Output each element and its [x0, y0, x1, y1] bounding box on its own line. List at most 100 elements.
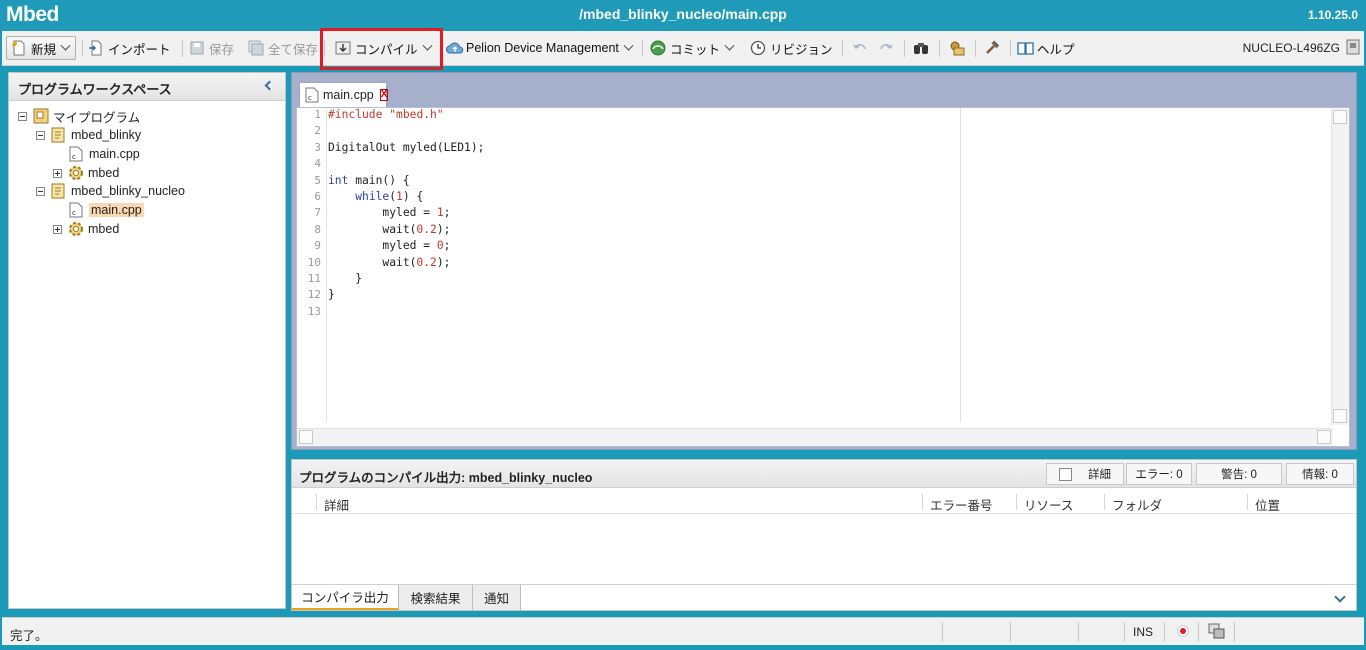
svg-text:c: c — [72, 153, 76, 161]
tree-item-main-cpp-selected[interactable]: c main.cpp — [69, 201, 144, 219]
code-line: wait(0.2); — [328, 255, 451, 269]
board-selector[interactable]: NUCLEO-L496ZG — [1243, 36, 1360, 60]
tree-item-mbed-blinky-nucleo[interactable]: mbed_blinky_nucleo — [36, 182, 185, 200]
import-button-label: インポート — [108, 42, 171, 57]
board-icon — [1346, 39, 1360, 58]
column-header-error-number[interactable]: エラー番号 — [930, 495, 993, 514]
error-count-label: エラー: 0 — [1135, 469, 1183, 481]
svg-text:c: c — [308, 94, 312, 102]
column-header-details[interactable]: 詳細 — [324, 495, 349, 514]
window-title: /mbed_blinky_nucleo/main.cpp — [579, 6, 787, 22]
undo-button[interactable] — [852, 36, 872, 60]
close-tab-icon[interactable]: X — [379, 89, 389, 101]
save-button[interactable]: 保存 — [189, 36, 234, 60]
window-mode-icon[interactable] — [1208, 623, 1226, 642]
warning-count-badge[interactable]: 警告: 0 — [1196, 463, 1282, 485]
expand-node-icon[interactable] — [53, 224, 62, 234]
tree-item-mbed-blinky[interactable]: mbed_blinky — [36, 126, 141, 144]
tree-item-label: mbed — [88, 166, 120, 180]
info-count-badge[interactable]: 情報: 0 — [1286, 463, 1354, 485]
collapse-node-icon[interactable] — [36, 130, 45, 140]
save-button-label: 保存 — [209, 42, 235, 57]
help-button[interactable]: ヘルプ — [1017, 36, 1075, 60]
record-icon[interactable] — [1176, 624, 1190, 641]
details-toggle[interactable]: 詳細 — [1046, 463, 1124, 485]
code-line: wait(0.2); — [328, 222, 451, 236]
scroll-left-button[interactable] — [299, 430, 313, 444]
editor-tab-main-cpp[interactable]: c main.cpp X — [299, 82, 389, 107]
workspace-folder-icon — [33, 108, 49, 124]
details-checkbox[interactable] — [1059, 467, 1072, 481]
redo-button[interactable] — [878, 36, 898, 60]
save-all-button[interactable]: 全て保存 — [248, 36, 318, 60]
program-icon — [51, 183, 65, 199]
pelion-button[interactable]: Pelion Device Management — [446, 36, 634, 60]
line-number: 7 — [314, 206, 321, 220]
tab-notifications[interactable]: 通知 — [473, 585, 521, 610]
scroll-down-button[interactable] — [1333, 409, 1347, 423]
vertical-scrollbar[interactable] — [1331, 108, 1349, 425]
horizontal-scrollbar[interactable] — [297, 428, 1333, 446]
revision-button[interactable]: リビジョン — [750, 36, 833, 60]
column-header-position[interactable]: 位置 — [1255, 495, 1280, 514]
chevron-down-icon[interactable] — [1334, 591, 1346, 603]
commit-button-label: コミット — [670, 42, 721, 57]
find-button[interactable] — [913, 36, 933, 60]
output-column-headers: 詳細 エラー番号 リソース フォルダ 位置 — [292, 490, 1356, 514]
editor-frame: c main.cpp X 1 2 3 4 5 6 7 8 9 10 11 12 … — [291, 72, 1357, 450]
expand-node-icon[interactable] — [53, 168, 62, 178]
line-number: 6 — [314, 190, 321, 203]
cpp-file-icon: c — [305, 87, 319, 103]
details-toggle-label: 詳細 — [1088, 469, 1111, 481]
program-workspace-panel: プログラムワークスペース マイプログラム mbed_blinky c main.… — [8, 72, 286, 609]
scroll-up-button[interactable] — [1333, 110, 1347, 124]
code-line: myled = 0; — [328, 239, 451, 253]
column-header-resource[interactable]: リソース — [1024, 495, 1073, 514]
tree-item-main-cpp[interactable]: c main.cpp — [69, 145, 140, 163]
compile-output-panel: プログラムのコンパイル出力: mbed_blinky_nucleo 詳細 エラー… — [291, 459, 1357, 611]
code-editor[interactable]: 1 2 3 4 5 6 7 8 9 10 11 12 13 #include "… — [296, 107, 1350, 447]
cloud-icon — [446, 40, 464, 56]
code-line: while(1) { — [355, 190, 424, 203]
line-number: 8 — [314, 222, 321, 236]
tab-search-results[interactable]: 検索結果 — [399, 585, 473, 610]
chevron-down-icon — [724, 40, 735, 51]
chevron-down-icon — [623, 40, 634, 51]
cpp-file-icon: c — [69, 146, 83, 162]
chevron-down-icon — [60, 40, 71, 51]
line-number-gutter: 1 2 3 4 5 6 7 8 9 10 11 12 13 — [297, 108, 327, 422]
redo-icon — [878, 40, 894, 56]
version-label: 1.10.25.0 — [1307, 8, 1358, 22]
tree-item-mbed-library[interactable]: mbed — [53, 220, 119, 238]
clock-icon — [750, 40, 766, 56]
save-all-button-label: 全て保存 — [268, 42, 319, 57]
compile-highlight-box — [320, 28, 443, 70]
output-title: プログラムのコンパイル出力: mbed_blinky_nucleo — [299, 471, 593, 485]
scroll-right-button[interactable] — [1317, 430, 1331, 444]
collapse-panel-icon[interactable] — [264, 80, 275, 91]
save-all-icon — [248, 40, 264, 56]
board-label: NUCLEO-L496ZG — [1242, 41, 1340, 55]
tab-compiler-output[interactable]: コンパイラ出力 — [292, 585, 399, 610]
import-button[interactable]: インポート — [88, 36, 171, 60]
tree-item-my-programs[interactable]: マイプログラム — [18, 107, 140, 125]
program-icon — [51, 127, 65, 143]
hammer-icon — [984, 40, 1000, 56]
column-header-folder[interactable]: フォルダ — [1112, 495, 1162, 514]
save-icon — [189, 40, 205, 56]
tree-item-mbed-library[interactable]: mbed — [53, 164, 119, 182]
line-number: 11 — [307, 272, 321, 285]
commit-icon — [650, 40, 666, 56]
line-number: 10 — [307, 255, 321, 269]
error-count-badge[interactable]: エラー: 0 — [1126, 463, 1192, 485]
code-line: int main() { — [328, 173, 410, 187]
collapse-node-icon[interactable] — [36, 186, 45, 196]
undo-icon — [852, 40, 868, 56]
build-tools-button[interactable] — [984, 36, 1004, 60]
library-gear-icon — [68, 221, 83, 237]
collapse-node-icon[interactable] — [18, 111, 27, 121]
code-line: } — [328, 272, 363, 285]
library-button[interactable] — [948, 36, 968, 60]
commit-button[interactable]: コミット — [650, 36, 735, 60]
new-button[interactable]: 新規 — [6, 36, 77, 60]
